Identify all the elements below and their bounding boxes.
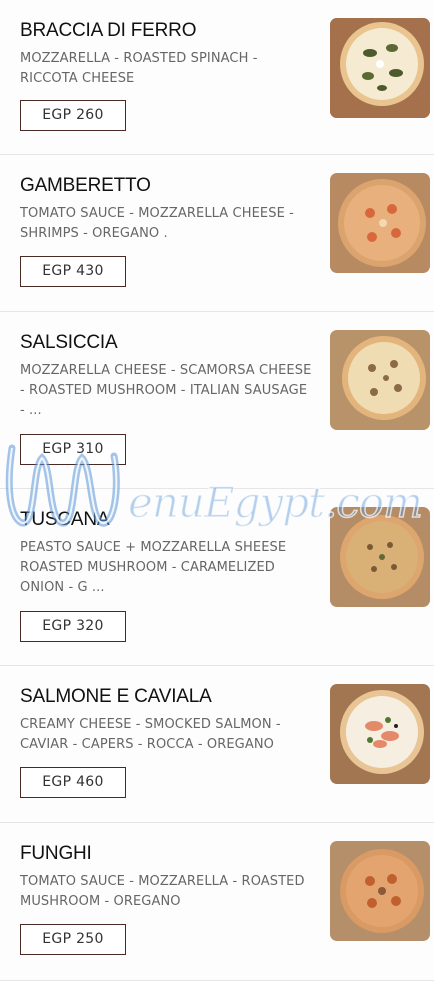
pizza-sausage-image[interactable] [330, 330, 430, 430]
menu-list: BRACCIA DI FERRO MOZZARELLA - ROASTED SP… [0, 0, 434, 981]
price-button[interactable]: EGP 260 [20, 100, 126, 131]
pizza-pesto-image[interactable] [330, 507, 430, 607]
price-button[interactable]: EGP 460 [20, 767, 126, 798]
item-title: SALMONE E CAVIALA [20, 686, 212, 707]
item-description: TOMATO SAUCE - MOZZARELLA - ROASTED MUSH… [20, 874, 305, 909]
item-description: PEASTO SAUCE + MOZZARELLA SHEESE ROASTED… [20, 540, 287, 595]
price-button[interactable]: EGP 320 [20, 611, 126, 642]
item-description: MOZZARELLA CHEESE - SCAMORSA CHEESE - RO… [20, 363, 312, 418]
item-title: FUNGHI [20, 843, 92, 864]
item-title: SALSICCIA [20, 332, 118, 353]
price-button[interactable]: EGP 310 [20, 434, 126, 465]
item-title: TUSCANA [20, 509, 110, 530]
price-button[interactable]: EGP 250 [20, 924, 126, 955]
list-item: BRACCIA DI FERRO MOZZARELLA - ROASTED SP… [0, 0, 434, 155]
list-item: SALMONE E CAVIALA CREAMY CHEESE - SMOCKE… [0, 666, 434, 823]
item-description: TOMATO SAUCE - MOZZARELLA CHEESE - SHRIM… [20, 206, 294, 241]
list-item: SALSICCIA MOZZARELLA CHEESE - SCAMORSA C… [0, 312, 434, 489]
pizza-spinach-image[interactable] [330, 18, 430, 118]
list-item: TUSCANA PEASTO SAUCE + MOZZARELLA SHEESE… [0, 489, 434, 666]
pizza-shrimp-image[interactable] [330, 173, 430, 273]
list-item: FUNGHI TOMATO SAUCE - MOZZARELLA - ROAST… [0, 823, 434, 981]
price-button[interactable]: EGP 430 [20, 256, 126, 287]
item-description: MOZZARELLA - ROASTED SPINACH - RICCOTA C… [20, 51, 258, 86]
item-title: GAMBERETTO [20, 175, 151, 196]
pizza-mushroom-image[interactable] [330, 841, 430, 941]
pizza-salmon-image[interactable] [330, 684, 430, 784]
item-title: BRACCIA DI FERRO [20, 20, 197, 41]
list-item: GAMBERETTO TOMATO SAUCE - MOZZARELLA CHE… [0, 155, 434, 312]
item-description: CREAMY CHEESE - SMOCKED SALMON - CAVIAR … [20, 717, 281, 752]
